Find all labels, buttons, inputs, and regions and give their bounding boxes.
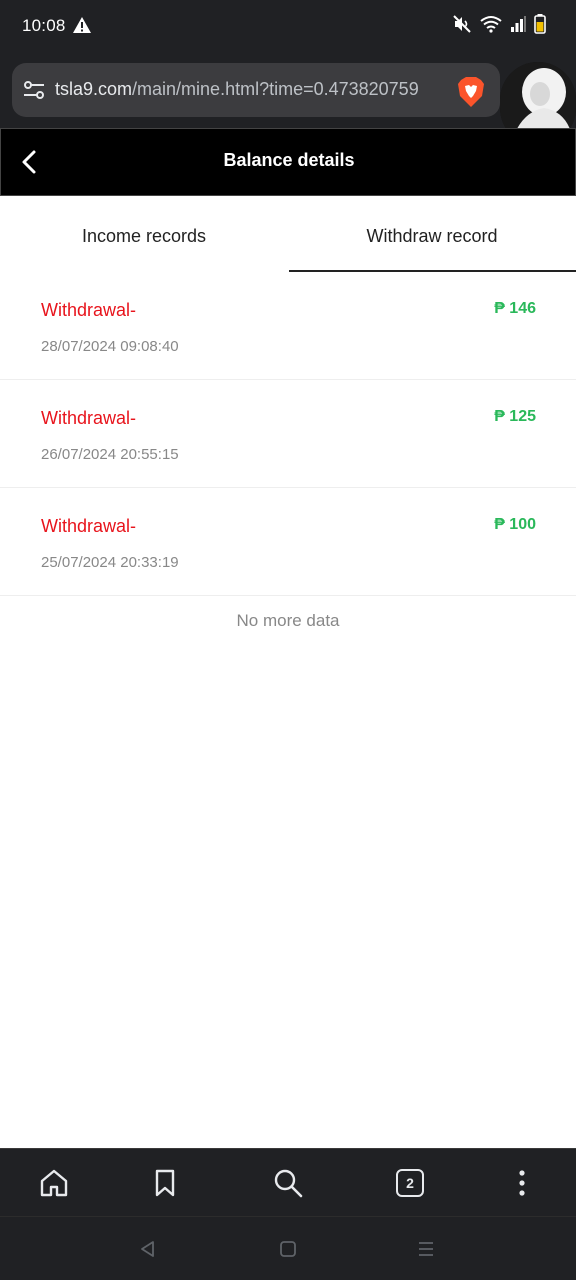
- record-time: 26/07/2024 20:55:15: [41, 446, 179, 463]
- search-icon[interactable]: [272, 1167, 304, 1199]
- record-amount: ₱ 125: [494, 408, 536, 425]
- warning-icon: [73, 17, 91, 33]
- status-icons: [452, 14, 546, 34]
- page-title: Balance details: [223, 150, 355, 170]
- browser-toolbar: tsla9.com/main/mine.html?time=0.47382075…: [0, 54, 576, 146]
- nav-back-icon[interactable]: [138, 1239, 158, 1259]
- mute-icon: [453, 15, 471, 33]
- record-tabs: Income records Withdraw record: [0, 196, 576, 272]
- nav-home-icon[interactable]: [278, 1239, 298, 1259]
- url-path: /main/mine.html?time=0.473820759: [132, 79, 419, 99]
- list-item: Withdrawal- ₱ 125 26/07/2024 20:55:15: [0, 380, 576, 488]
- more-menu-icon[interactable]: [506, 1167, 538, 1199]
- brave-shields-icon[interactable]: [456, 76, 486, 108]
- status-bar: 10:08: [0, 0, 576, 54]
- list-item: Withdrawal- ₱ 146 28/07/2024 09:08:40: [0, 272, 576, 380]
- site-settings-icon[interactable]: [22, 78, 46, 102]
- tab-switcher-button[interactable]: 2: [396, 1169, 424, 1197]
- browser-bottom-toolbar: 2: [0, 1148, 576, 1216]
- list-item: Withdrawal- ₱ 100 25/07/2024 20:33:19: [0, 488, 576, 596]
- record-amount: ₱ 146: [494, 300, 536, 317]
- record-time: 28/07/2024 09:08:40: [41, 338, 179, 355]
- wifi-icon: [480, 16, 502, 33]
- signal-icon: [511, 16, 526, 32]
- bookmark-icon[interactable]: [149, 1167, 181, 1199]
- address-bar[interactable]: tsla9.com/main/mine.html?time=0.47382075…: [12, 63, 500, 117]
- tab-income-records[interactable]: Income records: [0, 196, 288, 272]
- record-type: Withdrawal-: [41, 516, 137, 536]
- tab-withdraw-record[interactable]: Withdraw record: [288, 196, 576, 272]
- record-time: 25/07/2024 20:33:19: [41, 554, 179, 571]
- record-type: Withdrawal-: [41, 408, 137, 428]
- system-nav-bar: [0, 1216, 576, 1280]
- no-more-data-text: No more data: [236, 611, 340, 630]
- url-domain: tsla9.com: [55, 79, 133, 99]
- record-amount: ₱ 100: [494, 516, 536, 533]
- status-time: 10:08: [22, 16, 66, 35]
- home-icon[interactable]: [38, 1167, 70, 1199]
- app-header: Balance details: [0, 128, 576, 196]
- record-type: Withdrawal-: [41, 300, 137, 320]
- battery-icon: [534, 14, 546, 34]
- url-text[interactable]: tsla9.com/main/mine.html?time=0.47382075…: [55, 79, 443, 100]
- nav-recents-icon[interactable]: [416, 1239, 436, 1259]
